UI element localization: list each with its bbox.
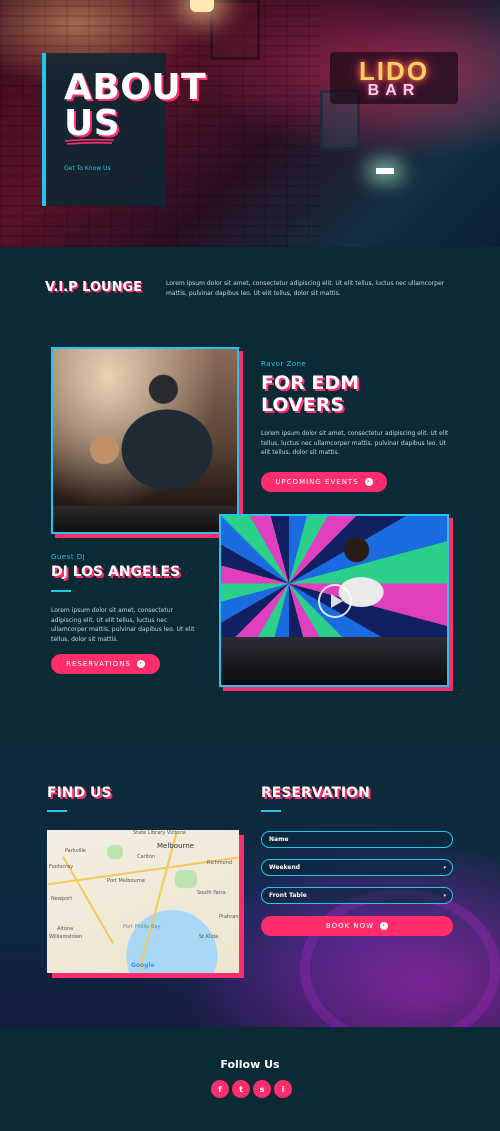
reservations-button[interactable]: RESERVATIONS ›: [51, 654, 160, 674]
chevron-down-icon: ▾: [443, 893, 446, 899]
neon-sign-line2: BAR: [367, 82, 421, 99]
follow-us-title: Follow Us: [220, 1058, 280, 1071]
map-label: Carlton: [137, 854, 156, 860]
dj-title: DJ LOS ANGELES: [51, 564, 181, 580]
dj-mixer: [221, 637, 447, 685]
find-us-divider: [47, 810, 67, 812]
map-brand: Google: [131, 962, 155, 969]
book-now-button[interactable]: BOOK NOW ›: [261, 916, 453, 936]
map-label: Prahran: [219, 914, 239, 920]
brush-underline-icon: [64, 138, 115, 145]
map-label: St Kilda: [199, 934, 219, 940]
map-label: South Yarra: [197, 890, 226, 896]
map-road: [138, 832, 178, 971]
reservation-title: RESERVATION: [261, 785, 370, 801]
play-icon[interactable]: [318, 584, 352, 618]
edm-text: Lorem ipsum dolor sit amet, consectetur …: [261, 430, 449, 456]
book-now-label: BOOK NOW: [325, 922, 375, 930]
map-label: Port Phillip Bay: [123, 924, 161, 930]
dj-desk: [53, 506, 237, 532]
arrow-right-icon: ›: [380, 922, 389, 930]
map-label: Footscray: [49, 864, 74, 870]
hero-lamp: [376, 168, 394, 174]
day-select-value: Weekend: [269, 864, 301, 871]
location-map[interactable]: State Library Victoria Melbourne Parkvil…: [47, 830, 239, 973]
turntable-decor: [300, 889, 500, 1027]
map-label: Richmond: [207, 860, 233, 866]
upcoming-events-label: UPCOMING EVENTS: [275, 478, 359, 486]
map-label: Port Melbourne: [107, 878, 145, 884]
twitter-icon[interactable]: t: [232, 1080, 250, 1098]
reservation-divider: [261, 810, 281, 812]
page-title-text: ABOUT US: [64, 67, 207, 144]
arrow-right-icon: ›: [136, 660, 145, 668]
arrow-right-icon: ›: [364, 478, 373, 486]
dj-smoke-photo: [51, 347, 239, 534]
map-label: Melbourne: [157, 842, 194, 850]
dj-video-thumbnail[interactable]: [219, 514, 449, 687]
map-label: Altona: [57, 926, 74, 932]
find-us-title: FIND US: [47, 785, 112, 801]
map-label: Newport: [51, 896, 73, 902]
soundcloud-icon[interactable]: s: [253, 1080, 271, 1098]
upcoming-events-button[interactable]: UPCOMING EVENTS ›: [261, 472, 387, 492]
name-field[interactable]: [261, 831, 453, 848]
vip-text: Lorem ipsum dolor sit amet, consectetur …: [166, 280, 445, 297]
instagram-icon[interactable]: i: [274, 1080, 292, 1098]
day-select[interactable]: Weekend ▾: [261, 859, 453, 876]
dj-kicker: Guest DJ: [51, 553, 86, 561]
facebook-icon[interactable]: f: [211, 1080, 229, 1098]
chevron-down-icon: ▾: [443, 865, 446, 871]
social-links: f t s i: [211, 1080, 292, 1098]
map-label: State Library Victoria: [133, 830, 186, 836]
name-input[interactable]: [269, 836, 439, 843]
page-title: ABOUT US: [64, 67, 207, 144]
hero-window: [210, 0, 260, 60]
map-label: Williamstown: [49, 934, 83, 940]
edm-title: FOR EDM LOVERS: [261, 372, 360, 416]
table-select[interactable]: Front Table ▾: [261, 887, 453, 904]
reservations-label: RESERVATIONS: [66, 660, 131, 668]
vip-title: V.I.P LOUNGE: [45, 280, 143, 295]
hero-street-lamp: [190, 0, 214, 12]
edm-kicker: Ravor Zone: [261, 360, 307, 368]
dj-text: Lorem ipsum dolor sit amet, consectetur …: [51, 607, 195, 643]
table-select-value: Front Table: [269, 892, 307, 899]
neon-sign: LIDO BAR: [330, 52, 458, 104]
dj-divider: [51, 590, 71, 592]
map-park: [107, 845, 123, 859]
map-label: Parkville: [65, 848, 87, 854]
map-park: [175, 870, 197, 888]
page-subtitle: Get To Know Us: [64, 165, 111, 172]
